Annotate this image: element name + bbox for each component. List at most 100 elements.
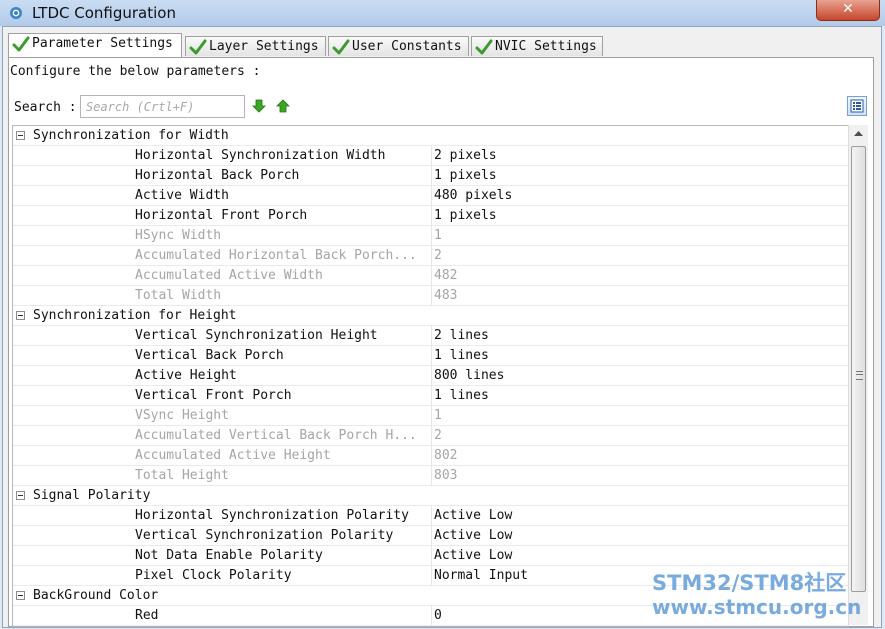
group-header[interactable]: Synchronization for Height [13,306,849,326]
parameter-value[interactable]: 2 pixels [431,146,844,165]
scroll-up-arrow-icon[interactable] [849,125,868,143]
parameter-name: Horizontal Front Porch [135,208,308,223]
parameter-name: Accumulated Active Height [135,448,331,463]
window-title: LTDC Configuration [32,4,176,22]
parameter-value[interactable]: 800 lines [431,366,844,385]
tab-label: User Constants [352,39,462,54]
collapse-minus-icon[interactable] [16,491,25,500]
parameter-row[interactable]: Horizontal Back Porch 1 pixels [13,166,849,186]
parameter-name: Vertical Front Porch [135,388,292,403]
tab-nvic-settings[interactable]: NVIC Settings [471,36,603,56]
parameter-name: Accumulated Horizontal Back Porch... [135,248,417,263]
parameter-name: Total Height [135,468,229,483]
collapse-minus-icon[interactable] [16,131,25,140]
search-input[interactable] [80,95,245,118]
scrollbar-thumb[interactable] [851,146,866,592]
parameter-value: 802 [431,446,844,465]
configure-instructions: Configure the below parameters : [10,64,261,79]
parameter-value[interactable]: Active Low [431,546,844,565]
parameter-name: Vertical Back Porch [135,348,284,363]
collapse-minus-icon[interactable] [16,311,25,320]
parameter-value[interactable]: Active Low [431,506,844,525]
parameter-value: 1 [431,226,844,245]
parameter-row: Accumulated Active Width 482 [13,266,849,286]
parameter-name: Horizontal Back Porch [135,168,300,183]
search-next-down-icon[interactable] [252,99,266,113]
parameter-name: Horizontal Synchronization Polarity [135,508,409,523]
watermark-line-1: STM32/STM8社区 [652,571,847,595]
parameter-value[interactable]: 480 pixels [431,186,844,205]
parameter-name: Vertical Synchronization Polarity [135,528,394,543]
parameter-row: Total Width 483 [13,286,849,306]
parameter-name: Not Data Enable Polarity [135,548,323,563]
list-view-icon [850,99,864,113]
parameter-row: Total Height 803 [13,466,849,486]
parameter-name: Active Width [135,188,229,203]
close-button[interactable]: ✕ [816,0,880,21]
parameter-value: 1 [431,406,844,425]
check-icon [332,39,350,54]
parameter-value: 2 [431,426,844,445]
watermark-line-2: www.stmcu.org.cn [652,595,862,619]
parameter-row: HSync Width 1 [13,226,849,246]
parameter-name: Accumulated Vertical Back Porch H... [135,428,417,443]
parameter-row[interactable]: Vertical Synchronization Height 2 lines [13,326,849,346]
group-name: BackGround Color [33,588,159,603]
tab-parameter-settings[interactable]: Parameter Settings [8,33,182,57]
tab-label: Parameter Settings [32,36,173,51]
group-name: Synchronization for Width [33,128,229,143]
parameter-value: 483 [431,286,844,305]
parameter-name: Vertical Synchronization Height [135,328,378,343]
show-description-toggle[interactable] [847,96,867,116]
check-icon [12,36,30,51]
parameter-name: Active Height [135,368,237,383]
parameter-value[interactable]: 2 lines [431,326,844,345]
search-previous-up-icon[interactable] [276,99,290,113]
parameter-value[interactable]: 1 lines [431,386,844,405]
parameter-row[interactable]: Active Height 800 lines [13,366,849,386]
parameter-row: Accumulated Active Height 802 [13,446,849,466]
tab-layer-settings[interactable]: Layer Settings [185,36,326,56]
parameter-row: Accumulated Horizontal Back Porch... 2 [13,246,849,266]
parameter-row[interactable]: Active Width 480 pixels [13,186,849,206]
scrollbar-grip-icon [856,371,863,380]
parameter-row[interactable]: Horizontal Synchronization Polarity Activ… [13,506,849,526]
parameter-row[interactable]: Not Data Enable Polarity Active Low [13,546,849,566]
parameter-row[interactable]: Vertical Back Porch 1 lines [13,346,849,366]
title-bar: LTDC Configuration ✕ [0,0,885,26]
parameter-row[interactable]: Horizontal Front Porch 1 pixels [13,206,849,226]
group-name: Signal Polarity [33,488,151,503]
group-header[interactable]: Signal Polarity [13,486,849,506]
parameter-name: Pixel Clock Polarity [135,568,292,583]
parameter-name: Horizontal Synchronization Width [135,148,386,163]
parameter-name: Red [135,608,159,623]
tab-label: NVIC Settings [495,39,597,54]
parameter-value: 482 [431,266,844,285]
parameter-name: HSync Width [135,228,222,243]
parameter-value[interactable]: Active Low [431,526,844,545]
parameter-name: Accumulated Active Width [135,268,323,283]
parameter-value: 803 [431,466,844,485]
parameter-value[interactable]: 1 pixels [431,166,844,185]
watermark: STM32/STM8社区 www.stmcu.org.cn [652,571,861,619]
app-gear-icon [10,7,22,19]
parameter-row: VSync Height 1 [13,406,849,426]
parameter-value[interactable]: 1 pixels [431,206,844,225]
parameter-name: Total Width [135,288,222,303]
parameter-value: 2 [431,246,844,265]
group-name: Synchronization for Height [33,308,237,323]
vertical-scrollbar[interactable] [848,125,868,625]
search-label: Search : [14,100,77,115]
parameter-row: Accumulated Vertical Back Porch H... 2 [13,426,849,446]
parameter-name: VSync Height [135,408,229,423]
parameter-row[interactable]: Vertical Synchronization Polarity Active … [13,526,849,546]
tab-user-constants[interactable]: User Constants [328,36,469,56]
parameter-table: Synchronization for Width Horizontal Sync… [12,125,849,627]
parameter-row[interactable]: Vertical Front Porch 1 lines [13,386,849,406]
parameter-row[interactable]: Horizontal Synchronization Width 2 pixels [13,146,849,166]
group-header[interactable]: Synchronization for Width [13,126,849,146]
parameter-value[interactable]: 1 lines [431,346,844,365]
check-icon [189,39,207,54]
tab-label: Layer Settings [209,39,319,54]
collapse-minus-icon[interactable] [16,591,25,600]
